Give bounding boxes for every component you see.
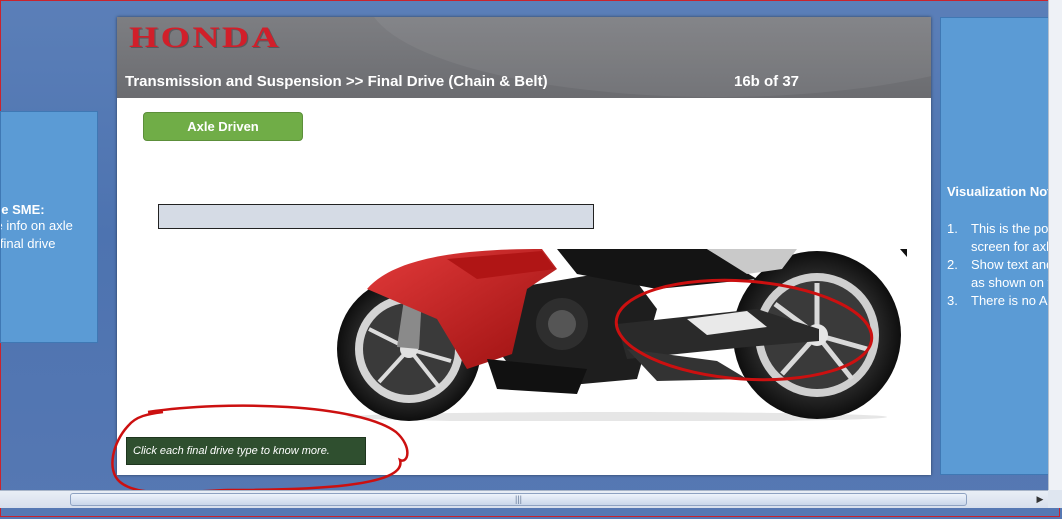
right-notes-title: Visualization Not [947,184,1052,199]
right-notes-list: 1. This is the po screen for axl 2. Show… [947,220,1061,310]
list-number: 2. [947,257,958,272]
horizontal-scrollbar[interactable]: ||| ▶ [0,490,1048,508]
left-notes-panel: the SME: ve info on axle n final drive [0,111,98,343]
right-notes-panel: Visualization Not 1. This is the po scre… [940,17,1062,475]
vertical-scrollbar[interactable]: ▼ [1048,0,1062,508]
instruction-box: Click each final drive type to know more… [126,437,366,465]
list-number: 1. [947,221,958,236]
scroll-right-arrow-icon[interactable]: ▶ [1034,493,1046,506]
left-notes-title: the SME: [1,202,45,217]
breadcrumb: Transmission and Suspension >> Final Dri… [125,73,548,90]
slide-header: HONDA Transmission and Suspension >> Fin… [117,17,931,98]
right-notes-item: 2. Show text and as shown on t [947,256,1061,292]
right-notes-item: 1. This is the po screen for axl [947,220,1061,256]
list-number: 3. [947,293,958,308]
page-indicator: 16b of 37 [734,73,800,90]
left-notes-line: ve info on axle [1,218,73,233]
honda-logo: HONDA [129,21,282,54]
text-placeholder-box [158,204,594,229]
horizontal-scroll-thumb[interactable]: ||| [70,493,967,506]
scrollbar-corner [1048,490,1062,508]
motorcycle-image [337,249,907,421]
axle-driven-button[interactable]: Axle Driven [143,112,303,141]
left-notes-line: n final drive [0,236,56,251]
right-notes-item: 3. There is no A [947,292,1061,310]
slide: HONDA Transmission and Suspension >> Fin… [117,17,931,475]
